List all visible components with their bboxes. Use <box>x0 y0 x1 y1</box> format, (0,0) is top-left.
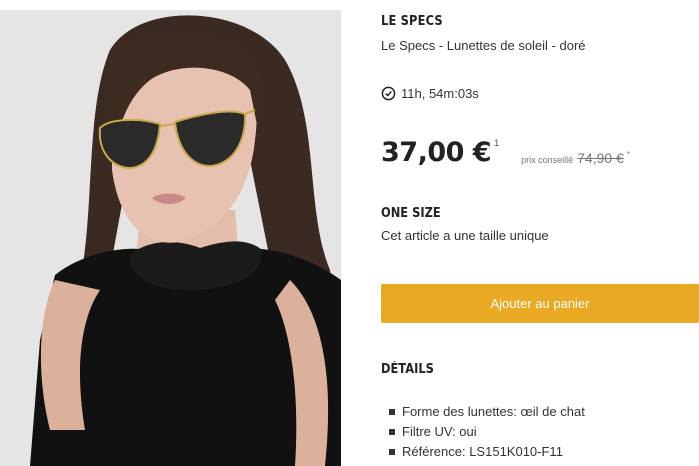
details-list: Forme des lunettes: œil de chat Filtre U… <box>389 402 585 462</box>
price-footnote-marker: 1 <box>494 138 500 148</box>
details-item-uv-filter: Filtre UV: oui <box>389 422 585 442</box>
countdown-text: 11h, 54m:03s <box>401 86 479 101</box>
brand-name[interactable]: LE SPECS <box>381 14 443 29</box>
recommended-price: prix conseillé 74,90 € * <box>521 150 630 166</box>
add-to-cart-button[interactable]: Ajouter au panier <box>381 284 699 323</box>
woman-with-sunglasses-photo <box>0 10 341 466</box>
rrp-footnote-marker: * <box>626 150 630 159</box>
current-price: 37,00 € <box>381 137 492 168</box>
size-description: Cet article a une taille unique <box>381 228 549 243</box>
price-row: 37,00 € 1 prix conseillé 74,90 € * <box>381 136 630 170</box>
rrp-price: 74,90 € <box>577 150 624 166</box>
countdown-timer: 11h, 54m:03s <box>381 86 479 101</box>
details-item-reference: Référence: LS151K010-F11 <box>389 442 585 462</box>
rrp-label: prix conseillé <box>521 155 574 165</box>
details-item-shape: Forme des lunettes: œil de chat <box>389 402 585 422</box>
details-title: DÉTAILS <box>381 362 434 377</box>
product-page: LE SPECS Le Specs - Lunettes de soleil -… <box>0 0 699 466</box>
product-title: Le Specs - Lunettes de soleil - doré <box>381 38 586 53</box>
clock-icon <box>381 86 396 101</box>
size-title: ONE SIZE <box>381 206 441 221</box>
product-image[interactable] <box>0 10 341 466</box>
